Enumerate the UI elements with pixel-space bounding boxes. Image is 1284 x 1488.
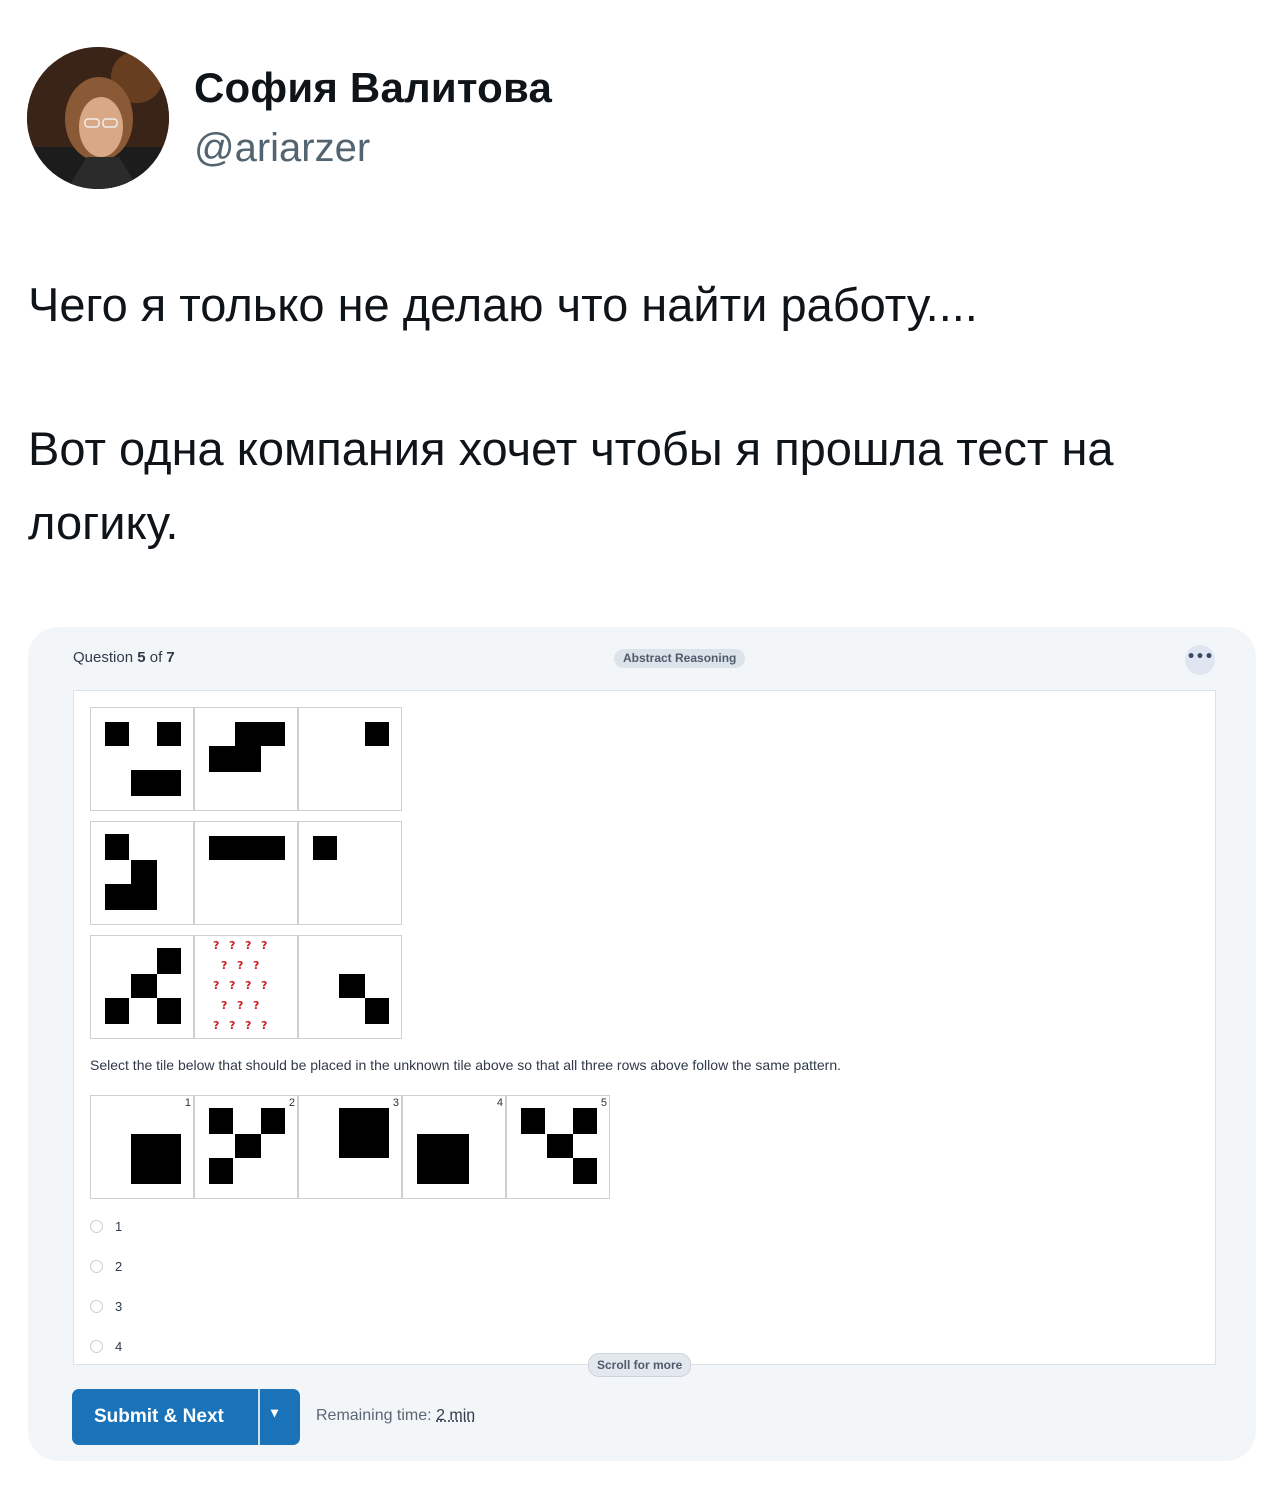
radio-button[interactable] [90,1339,103,1353]
question-panel: ? ? ? ? ? ? ? ? ? ? ? ? ? ? ? ? ? ? Sele… [73,690,1216,1365]
option-tile-1: 1 [90,1095,194,1199]
author-handle[interactable]: @ariarzer [194,126,370,171]
more-dots-icon[interactable]: ••• [1185,645,1215,675]
author-name[interactable]: София Валитова [194,64,552,112]
instruction-text: Select the tile below that should be pla… [90,1057,842,1073]
option-tile-3: 3 [298,1095,402,1199]
radio-button[interactable] [90,1259,103,1273]
pattern-tile [298,821,402,925]
option-tile-4: 4 [402,1095,506,1199]
scroll-for-more-hint[interactable]: Scroll for more [588,1353,692,1377]
submit-next-button[interactable]: Submit & Next ▾ [72,1389,300,1445]
pattern-tile [90,707,194,811]
remaining-time: Remaining time: 2 min [316,1407,476,1424]
pattern-tile [298,935,402,1039]
author-avatar[interactable] [27,47,169,189]
pattern-tile [90,821,194,925]
answer-option-1[interactable]: 1 [90,1217,122,1235]
pattern-tile [298,707,402,811]
tweet-text-paragraph-2: Вот одна компания хочет чтобы я прошла т… [28,422,1114,549]
answer-option-3[interactable]: 3 [90,1297,122,1315]
answer-option-4[interactable]: 4 [90,1337,122,1355]
attached-screenshot[interactable]: Question 5 of 7 Abstract Reasoning ••• ?… [28,627,1256,1461]
radio-button[interactable] [90,1299,103,1313]
unknown-tile: ? ? ? ? ? ? ? ? ? ? ? ? ? ? ? ? ? ? [194,935,298,1039]
pattern-tile [90,935,194,1039]
option-tile-5: 5 [506,1095,610,1199]
answer-option-2[interactable]: 2 [90,1257,122,1275]
question-counter: Question 5 of 7 [73,649,175,666]
option-tile-2: 2 [194,1095,298,1199]
dropdown-caret-icon[interactable]: ▾ [271,1404,278,1421]
radio-button[interactable] [90,1219,103,1233]
pattern-tile [194,707,298,811]
tweet-text-paragraph-1: Чего я только не делаю что найти работу.… [28,278,978,331]
category-badge: Abstract Reasoning [614,649,746,668]
pattern-tile [194,821,298,925]
